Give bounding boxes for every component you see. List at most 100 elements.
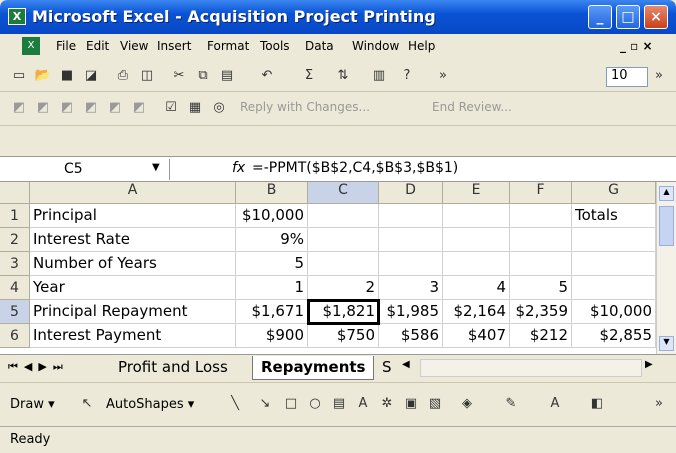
cell-f2[interactable] bbox=[510, 228, 572, 252]
minimize-button[interactable]: _ bbox=[588, 5, 612, 29]
cell-g1[interactable]: Totals bbox=[572, 204, 656, 228]
select-all-corner[interactable] bbox=[0, 182, 30, 204]
review-icon-6[interactable]: ◩ bbox=[130, 99, 148, 117]
cell-b4[interactable]: 1 bbox=[236, 276, 308, 300]
column-header-a[interactable]: A bbox=[30, 182, 236, 204]
name-box-dropdown-icon[interactable]: ▼ bbox=[152, 162, 160, 173]
cell-b3[interactable]: 5 bbox=[236, 252, 308, 276]
wordart-icon[interactable]: A bbox=[354, 395, 372, 413]
menu-edit[interactable]: Edit bbox=[86, 39, 109, 53]
cell-a3[interactable]: Number of Years bbox=[30, 252, 236, 276]
column-header-d[interactable]: D bbox=[379, 182, 443, 204]
cell-d4[interactable]: 3 bbox=[379, 276, 443, 300]
line-color-icon[interactable]: ✎ bbox=[502, 395, 520, 413]
save-icon[interactable]: ■ bbox=[58, 67, 76, 85]
cell-g3[interactable] bbox=[572, 252, 656, 276]
cell-f1[interactable] bbox=[510, 204, 572, 228]
cell-c2[interactable] bbox=[308, 228, 379, 252]
cell-e4[interactable]: 4 bbox=[443, 276, 510, 300]
cell-e5[interactable]: $2,164 bbox=[443, 300, 510, 324]
tab-scroll-left-icon[interactable]: ◀ bbox=[402, 359, 410, 370]
cell-e2[interactable] bbox=[443, 228, 510, 252]
chart-wizard-icon[interactable]: ▥ bbox=[370, 67, 388, 85]
new-icon[interactable]: ▭ bbox=[10, 67, 28, 85]
cell-d6[interactable]: $586 bbox=[379, 324, 443, 348]
3d-style-icon[interactable]: ◧ bbox=[588, 395, 606, 413]
tab-partial[interactable]: S bbox=[374, 356, 400, 380]
scroll-thumb[interactable] bbox=[659, 206, 674, 246]
menu-data[interactable]: Data bbox=[305, 39, 334, 53]
row-header-2[interactable]: 2 bbox=[0, 228, 30, 252]
cell-g2[interactable] bbox=[572, 228, 656, 252]
diagram-icon[interactable]: ✲ bbox=[378, 395, 396, 413]
cell-d1[interactable] bbox=[379, 204, 443, 228]
review-icon-5[interactable]: ◩ bbox=[106, 99, 124, 117]
textbox-icon[interactable]: ▤ bbox=[330, 395, 348, 413]
close-button[interactable]: × bbox=[644, 5, 668, 29]
menu-help[interactable]: Help bbox=[408, 39, 435, 53]
cell-g6[interactable]: $2,855 bbox=[572, 324, 656, 348]
cell-d5[interactable]: $1,985 bbox=[379, 300, 443, 324]
help-icon[interactable]: ? bbox=[398, 67, 416, 85]
cell-a2[interactable]: Interest Rate bbox=[30, 228, 236, 252]
track-changes-icon[interactable]: ☑ bbox=[162, 99, 180, 117]
cell-c3[interactable] bbox=[308, 252, 379, 276]
cell-f6[interactable]: $212 bbox=[510, 324, 572, 348]
oval-icon[interactable]: ○ bbox=[306, 395, 324, 413]
review-icon-2[interactable]: ◩ bbox=[34, 99, 52, 117]
horizontal-scrollbar[interactable] bbox=[420, 359, 642, 377]
cell-b6[interactable]: $900 bbox=[236, 324, 308, 348]
print-icon[interactable]: ⎙ bbox=[114, 67, 132, 85]
scroll-up-icon[interactable]: ▲ bbox=[659, 186, 674, 201]
print-preview-icon[interactable]: ◫ bbox=[138, 67, 156, 85]
ink-annotations-icon[interactable]: ◎ bbox=[210, 99, 228, 117]
open-icon[interactable]: 📂 bbox=[34, 67, 52, 85]
draw-menu[interactable]: Draw ▾ bbox=[10, 397, 55, 412]
menu-insert[interactable]: Insert bbox=[157, 39, 191, 53]
paste-icon[interactable]: ▤ bbox=[218, 67, 236, 85]
reply-with-changes-button[interactable]: Reply with Changes... bbox=[240, 100, 370, 114]
select-objects-icon[interactable]: ↖ bbox=[78, 395, 96, 413]
rectangle-icon[interactable]: □ bbox=[282, 395, 300, 413]
row-header-6[interactable]: 6 bbox=[0, 324, 30, 348]
tab-profit-and-loss[interactable]: Profit and Loss bbox=[110, 356, 236, 380]
cell-b5[interactable]: $1,671 bbox=[236, 300, 308, 324]
row-header-1[interactable]: 1 bbox=[0, 204, 30, 228]
autoshapes-menu[interactable]: AutoShapes ▾ bbox=[106, 397, 194, 412]
sheet-nav-icons[interactable]: ⏮◀▶⏭ bbox=[8, 360, 69, 374]
cell-a1[interactable]: Principal bbox=[30, 204, 236, 228]
cell-c1[interactable] bbox=[308, 204, 379, 228]
cell-e1[interactable] bbox=[443, 204, 510, 228]
tab-repayments[interactable]: Repayments bbox=[252, 356, 375, 380]
cell-g5[interactable]: $10,000 bbox=[572, 300, 656, 324]
more-buttons-icon[interactable]: » bbox=[434, 67, 452, 85]
menu-window[interactable]: Window bbox=[352, 39, 399, 53]
column-header-b[interactable]: B bbox=[236, 182, 308, 204]
workbook-icon[interactable]: X bbox=[22, 37, 40, 55]
drawing-more-icon[interactable]: » bbox=[650, 395, 668, 413]
cell-f4[interactable]: 5 bbox=[510, 276, 572, 300]
copy-icon[interactable]: ⧉ bbox=[194, 67, 212, 85]
menu-file[interactable]: File bbox=[56, 39, 76, 53]
show-comments-icon[interactable]: ▦ bbox=[186, 99, 204, 117]
cell-b2[interactable]: 9% bbox=[236, 228, 308, 252]
clipart-icon[interactable]: ▣ bbox=[402, 395, 420, 413]
row-header-3[interactable]: 3 bbox=[0, 252, 30, 276]
scroll-down-icon[interactable]: ▼ bbox=[659, 336, 674, 351]
line-icon[interactable]: ╲ bbox=[226, 395, 244, 413]
cell-a6[interactable]: Interest Payment bbox=[30, 324, 236, 348]
cell-e3[interactable] bbox=[443, 252, 510, 276]
maximize-button[interactable]: □ bbox=[616, 5, 640, 29]
menu-format[interactable]: Format bbox=[207, 39, 249, 53]
toolbar-options-icon[interactable]: » bbox=[650, 67, 668, 85]
cell-d3[interactable] bbox=[379, 252, 443, 276]
review-icon-4[interactable]: ◩ bbox=[82, 99, 100, 117]
undo-icon[interactable]: ↶ bbox=[258, 67, 276, 85]
insert-function-icon[interactable]: fx bbox=[232, 160, 245, 176]
arrow-icon[interactable]: ↘ bbox=[256, 395, 274, 413]
row-header-5[interactable]: 5 bbox=[0, 300, 30, 324]
review-icon-1[interactable]: ◩ bbox=[10, 99, 28, 117]
name-box[interactable]: C5 bbox=[2, 159, 170, 180]
end-review-button[interactable]: End Review... bbox=[432, 100, 512, 114]
cell-e6[interactable]: $407 bbox=[443, 324, 510, 348]
